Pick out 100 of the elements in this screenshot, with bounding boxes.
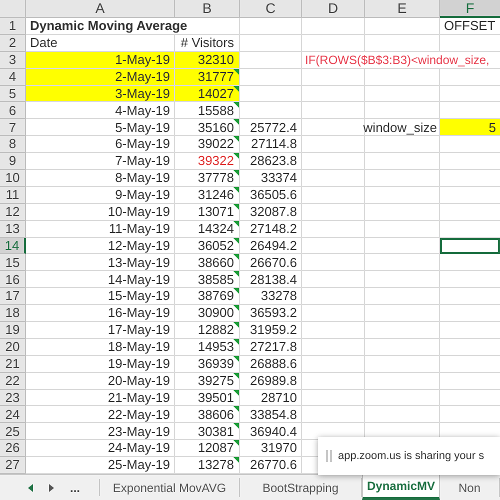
table-cell: 30381 <box>175 423 240 440</box>
row-header[interactable]: 1 <box>0 18 26 35</box>
empty-cell <box>302 254 365 272</box>
empty-cell <box>302 220 365 238</box>
table-cell: 19-May-19 <box>26 356 175 373</box>
table-cell: 7-May-19 <box>26 153 175 170</box>
formula-text: IF(ROWS($B$3:B3)<window_size, <box>302 52 500 69</box>
table-cell: 27148.2 <box>240 220 302 238</box>
row-header[interactable]: 11 <box>0 186 26 204</box>
row-header[interactable]: 22 <box>0 372 26 390</box>
table-cell: 39275 <box>175 372 240 390</box>
table-cell: 38606 <box>175 406 240 424</box>
empty-cell <box>302 86 365 102</box>
row-header[interactable]: 9 <box>0 153 26 170</box>
table-cell: 25772.4 <box>240 119 302 136</box>
row-header[interactable]: 24 <box>0 406 26 424</box>
table-cell: 36593.2 <box>240 305 302 322</box>
sheet-tab[interactable]: DynamicMV <box>362 475 440 500</box>
table-cell: 11-May-19 <box>26 220 175 238</box>
empty-cell <box>302 305 365 322</box>
row-header[interactable]: 20 <box>0 338 26 356</box>
empty-cell <box>302 288 365 306</box>
table-cell: 35160 <box>175 119 240 136</box>
empty-cell <box>302 204 365 221</box>
table-cell: 18-May-19 <box>26 338 175 356</box>
table-cell: 26494.2 <box>240 238 302 254</box>
table-cell: 39501 <box>175 390 240 406</box>
table-cell: 4-May-19 <box>26 102 175 120</box>
row-header[interactable]: 14 <box>0 238 26 254</box>
row-header[interactable]: 15 <box>0 254 26 272</box>
table-cell: 26989.8 <box>240 372 302 390</box>
row-header[interactable]: 8 <box>0 136 26 154</box>
row-header[interactable]: 19 <box>0 322 26 339</box>
row-header[interactable]: 25 <box>0 423 26 440</box>
empty-cell <box>302 406 365 424</box>
empty-cell <box>302 322 365 339</box>
empty-cell <box>302 271 365 288</box>
column-header[interactable]: B <box>175 0 240 18</box>
empty-cell <box>302 102 365 120</box>
scroll-left-icon[interactable] <box>28 484 33 492</box>
table-cell: 24-May-19 <box>26 440 175 458</box>
empty-cell <box>240 34 302 52</box>
table-cell: 31970 <box>240 440 302 458</box>
table-cell: 14-May-19 <box>26 271 175 288</box>
row-header[interactable]: 3 <box>0 52 26 69</box>
empty-cell <box>302 170 365 187</box>
table-cell: 33854.8 <box>240 406 302 424</box>
row-header[interactable]: 12 <box>0 204 26 221</box>
table-cell: 38769 <box>175 288 240 306</box>
column-header[interactable]: C <box>240 0 302 18</box>
row-header[interactable]: 4 <box>0 68 26 86</box>
table-cell: 36505.6 <box>240 186 302 204</box>
row-header[interactable]: 13 <box>0 220 26 238</box>
table-cell: 5 <box>440 119 500 136</box>
table-cell: 32310 <box>175 52 240 69</box>
empty-cell <box>302 356 365 373</box>
table-cell: 27114.8 <box>240 136 302 154</box>
table-cell: 23-May-19 <box>26 423 175 440</box>
table-cell: 13-May-19 <box>26 254 175 272</box>
column-header[interactable]: F <box>440 0 500 18</box>
table-cell: 39322 <box>175 153 240 170</box>
column-header[interactable]: D <box>302 0 365 18</box>
table-cell: 26888.6 <box>240 356 302 373</box>
table-cell: 38585 <box>175 271 240 288</box>
row-header[interactable]: 27 <box>0 457 26 474</box>
table-cell: 33374 <box>240 170 302 187</box>
scroll-right-icon[interactable] <box>49 484 54 492</box>
sheet-tab[interactable]: Exponential MovAVG <box>100 478 240 497</box>
table-cell: 12-May-19 <box>26 238 175 254</box>
sheet-tab[interactable]: Non <box>440 478 500 497</box>
table-cell: 3-May-19 <box>26 86 175 102</box>
table-cell: 36939 <box>175 356 240 373</box>
empty-cell <box>302 390 365 406</box>
table-cell: 15-May-19 <box>26 288 175 306</box>
row-header[interactable]: 23 <box>0 390 26 406</box>
table-cell: 26670.6 <box>240 254 302 272</box>
table-cell: 28623.8 <box>240 153 302 170</box>
row-header[interactable]: 16 <box>0 271 26 288</box>
row-header[interactable]: 10 <box>0 170 26 187</box>
table-cell: 10-May-19 <box>26 204 175 221</box>
row-header[interactable]: 21 <box>0 356 26 373</box>
column-header[interactable]: E <box>365 0 440 18</box>
row-header[interactable]: 7 <box>0 119 26 136</box>
row-header[interactable]: 5 <box>0 86 26 102</box>
table-cell: 13071 <box>175 204 240 221</box>
table-cell: 22-May-19 <box>26 406 175 424</box>
empty-cell <box>302 18 365 35</box>
table-cell: 15588 <box>175 102 240 120</box>
row-header[interactable]: 17 <box>0 288 26 306</box>
table-cell: 8-May-19 <box>26 170 175 187</box>
table-cell: 13278 <box>175 457 240 474</box>
selected-cell[interactable] <box>440 238 500 254</box>
more-sheets-button[interactable]: ... <box>70 478 80 496</box>
table-cell: 30900 <box>175 305 240 322</box>
column-header[interactable]: A <box>26 0 175 18</box>
row-header[interactable]: 6 <box>0 102 26 120</box>
row-header[interactable]: 26 <box>0 440 26 458</box>
row-header[interactable]: 2 <box>0 34 26 52</box>
table-cell: 12087 <box>175 440 240 458</box>
row-header[interactable]: 18 <box>0 305 26 322</box>
